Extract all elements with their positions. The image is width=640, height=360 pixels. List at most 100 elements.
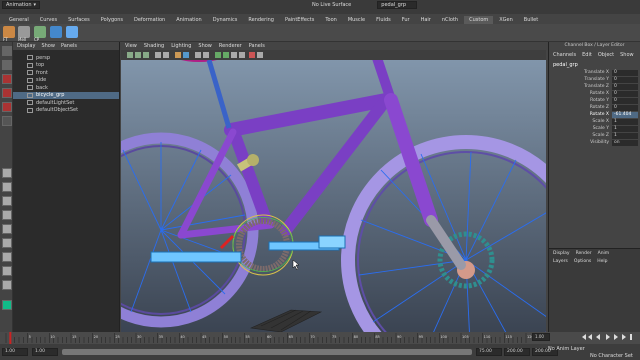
channel-menu-show[interactable]: Show — [620, 52, 634, 58]
channel-menu-edit[interactable]: Edit — [582, 52, 592, 58]
shelf-tab-custom[interactable]: Custom — [464, 16, 494, 24]
scale-tool-icon[interactable] — [2, 102, 12, 112]
layout-graph-icon[interactable] — [2, 224, 12, 234]
layer-tab-anim[interactable]: Anim — [598, 251, 610, 256]
channel-menu-object[interactable]: Object — [598, 52, 614, 58]
range-slider[interactable] — [62, 349, 472, 355]
shelf-tab-fur[interactable]: Fur — [397, 16, 415, 24]
vp-menu-lighting[interactable]: Lighting — [171, 43, 191, 49]
attribute-value-field[interactable]: 1 — [612, 125, 638, 132]
select-tool-icon[interactable] — [2, 46, 12, 56]
attribute-value-field[interactable]: 1 — [612, 118, 638, 125]
manipulator-tool-icon[interactable] — [2, 116, 12, 126]
attribute-row[interactable]: Scale X1 — [549, 118, 640, 125]
vp-menu-renderer[interactable]: Renderer — [219, 43, 242, 49]
start-time-field[interactable]: 1.00 — [2, 348, 28, 356]
shelf-tab-rendering[interactable]: Rendering — [243, 16, 279, 24]
outliner-item[interactable]: side — [13, 77, 119, 85]
outliner-item[interactable]: persp — [13, 54, 119, 62]
shelf-tab-muscle[interactable]: Muscle — [343, 16, 370, 24]
attribute-row[interactable]: Scale Y1 — [549, 125, 640, 132]
vp-menu-panels[interactable]: Panels — [249, 43, 265, 49]
attribute-row[interactable]: Translate Y0 — [549, 76, 640, 83]
shelf-tab-surfaces[interactable]: Surfaces — [63, 16, 95, 24]
shelf-tab-painteffects[interactable]: PaintEffects — [280, 16, 319, 24]
shelf-tool-icon[interactable] — [66, 26, 78, 38]
move-tool-icon[interactable] — [2, 74, 12, 84]
attribute-row[interactable]: Translate X0 — [549, 69, 640, 76]
attribute-row[interactable]: Rotate X -61.404 — [549, 111, 640, 118]
shelf-tab-polygons[interactable]: Polygons — [96, 16, 128, 24]
attribute-value-field[interactable]: 0 — [612, 83, 638, 90]
layer-menu-layers[interactable]: Layers — [553, 259, 568, 264]
range-start-field[interactable]: 1.00 — [32, 348, 58, 356]
vp-menu-view[interactable]: View — [125, 43, 137, 49]
layout-two-icon[interactable] — [2, 196, 12, 206]
rotate-tool-icon[interactable] — [2, 88, 12, 98]
layer-tab-render[interactable]: Render — [576, 251, 592, 256]
attribute-row[interactable]: Translate Z0 — [549, 83, 640, 90]
outliner-item[interactable]: top — [13, 62, 119, 70]
layer-menu-help[interactable]: Help — [597, 259, 607, 264]
outliner-item[interactable]: defaultLightSet — [13, 99, 119, 107]
attribute-row[interactable]: Rotate X0 — [549, 90, 640, 97]
attribute-value-field[interactable]: 0 — [612, 104, 638, 111]
current-time-marker[interactable] — [9, 332, 12, 344]
layout-four-icon[interactable] — [2, 182, 12, 192]
attribute-row[interactable]: Rotate Y0 — [549, 97, 640, 104]
outliner-item[interactable]: back — [13, 84, 119, 92]
shelf-tab-general[interactable]: General — [4, 16, 34, 24]
shelf-tab-deformation[interactable]: Deformation — [129, 16, 170, 24]
layout-uv-icon[interactable] — [2, 266, 12, 276]
layout-single-icon[interactable] — [2, 168, 12, 178]
channel-menu-channels[interactable]: Channels — [553, 52, 576, 58]
layout-custom-icon[interactable] — [2, 280, 12, 290]
perspective-viewport[interactable]: View Shading Lighting Show Renderer Pane… — [121, 42, 546, 332]
outliner-menu-display[interactable]: Display — [17, 43, 35, 49]
outliner-item[interactable]: front — [13, 69, 119, 77]
bicycle-model[interactable] — [121, 60, 546, 332]
mode-menu-dropdown[interactable]: Animation ▾ — [2, 1, 41, 9]
shelf-tab-curves[interactable]: Curves — [35, 16, 62, 24]
vp-menu-shading[interactable]: Shading — [144, 43, 164, 49]
layer-tab-display[interactable]: Display — [553, 251, 570, 256]
outliner-item[interactable]: bicycle_grp — [13, 91, 119, 99]
attribute-value-field[interactable]: on — [612, 139, 638, 146]
layout-outliner-icon[interactable] — [2, 210, 12, 220]
shelf-tab-ncloth[interactable]: nCloth — [437, 16, 463, 24]
attribute-value-field[interactable]: 0 — [612, 76, 638, 83]
outliner-menu-show[interactable]: Show — [41, 43, 55, 49]
layout-render-icon[interactable] — [2, 252, 12, 262]
shelf-tab-bullet[interactable]: Bullet — [519, 16, 543, 24]
anim-layer-label[interactable]: No Anim Layer — [548, 346, 585, 352]
layer-menu-options[interactable]: Options — [574, 259, 591, 264]
range-end-field[interactable]: 75.00 — [476, 348, 502, 356]
character-set-label[interactable]: No Character Set — [590, 353, 633, 359]
ground-grid — [249, 309, 323, 332]
attribute-value-field[interactable]: 1 — [612, 132, 638, 139]
viewport-toolbar-icons[interactable] — [121, 50, 546, 60]
attribute-value-field[interactable]: -61.404 — [612, 111, 638, 118]
attribute-row[interactable]: Scale Z1 — [549, 132, 640, 139]
attribute-row[interactable]: Visibility on — [549, 139, 640, 146]
attribute-row[interactable]: Rotate Z0 — [549, 104, 640, 111]
vp-menu-show[interactable]: Show — [198, 43, 212, 49]
shelf-tool-icon[interactable] — [50, 26, 62, 38]
attribute-value-field[interactable]: 0 — [612, 97, 638, 104]
lasso-tool-icon[interactable] — [2, 60, 12, 70]
end-time-field[interactable]: 200.00 — [504, 348, 530, 356]
outliner-item[interactable]: defaultObjectSet — [13, 107, 119, 115]
outliner-menu-panels[interactable]: Panels — [61, 43, 77, 49]
shelf-tab-dynamics[interactable]: Dynamics — [208, 16, 243, 24]
shelf-tab-xgen[interactable]: XGen — [494, 16, 518, 24]
shelf-tab-toon[interactable]: Toon — [320, 16, 342, 24]
attribute-value-field[interactable]: 0 — [612, 90, 638, 97]
attribute-value-field[interactable]: 0 — [612, 69, 638, 76]
object-name-field[interactable]: pedal_grp — [377, 1, 418, 9]
shelf-tab-animation[interactable]: Animation — [171, 16, 207, 24]
current-frame-field[interactable]: 1.00 — [532, 333, 550, 341]
shelf-tab-hair[interactable]: Hair — [416, 16, 436, 24]
playback-controls[interactable] — [580, 333, 638, 342]
layout-hypershade-icon[interactable] — [2, 238, 12, 248]
shelf-tab-fluids[interactable]: Fluids — [371, 16, 396, 24]
